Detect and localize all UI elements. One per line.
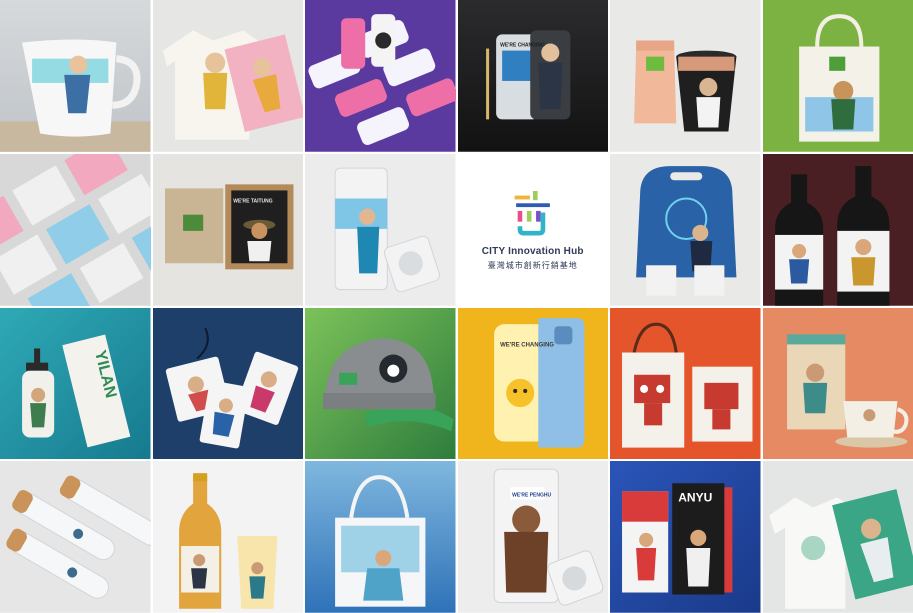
tag-were-changing-yellow-phone: WE'RE CHANGING bbox=[500, 342, 554, 348]
tile-phone-yellow: WE'RE CHANGING bbox=[457, 307, 608, 460]
tag-were-penghu: WE'RE PENGHU bbox=[512, 493, 551, 499]
tile-robot-bags bbox=[610, 307, 761, 460]
tile-soap-yilan: YILAN bbox=[0, 307, 151, 460]
tile-beer bbox=[152, 461, 303, 613]
city-innovation-hub-logo-icon bbox=[514, 191, 550, 236]
tag-were-changing-phone: WE'RE CHANGING bbox=[500, 43, 545, 49]
tile-box-taitung: WE'RE TAITUNG bbox=[152, 153, 303, 306]
tag-anyu: ANYU bbox=[678, 491, 712, 505]
logo-title: CITY Innovation Hub bbox=[481, 246, 584, 258]
tile-tags-navy bbox=[152, 307, 303, 460]
tile-cup-carrier bbox=[610, 153, 761, 306]
tile-cans-beach bbox=[305, 153, 456, 306]
tile-tote-blue bbox=[305, 461, 456, 613]
tile-cap bbox=[305, 307, 456, 460]
tile-phone-cases bbox=[305, 0, 456, 152]
tile-phone-dark: WE'RE CHANGING bbox=[457, 0, 608, 152]
tile-tote-green bbox=[762, 0, 913, 152]
tile-wine-bottles bbox=[762, 153, 913, 306]
tile-books-anyu: ANYU bbox=[610, 461, 761, 613]
tile-tshirt-green bbox=[762, 461, 913, 613]
tile-can-penghu: WE'RE PENGHU bbox=[457, 461, 608, 613]
tile-coffee-pouch bbox=[610, 0, 761, 152]
tile-books-pattern bbox=[0, 153, 151, 306]
tile-glass-tubes bbox=[0, 461, 151, 613]
tag-were-taitung: WE'RE TAITUNG bbox=[233, 198, 272, 204]
tile-tshirt-card bbox=[152, 0, 303, 152]
logo-subtitle: 臺灣城市創新行銷基地 bbox=[487, 261, 578, 271]
product-mockup-collage: WE'RE CHANGING WE'RE TAITUNG CITY Innova… bbox=[0, 0, 913, 613]
tile-city-innovation-hub-logo: CITY Innovation Hub 臺灣城市創新行銷基地 bbox=[457, 153, 608, 306]
tile-mug bbox=[0, 0, 151, 152]
tile-tea-tin bbox=[762, 307, 913, 460]
